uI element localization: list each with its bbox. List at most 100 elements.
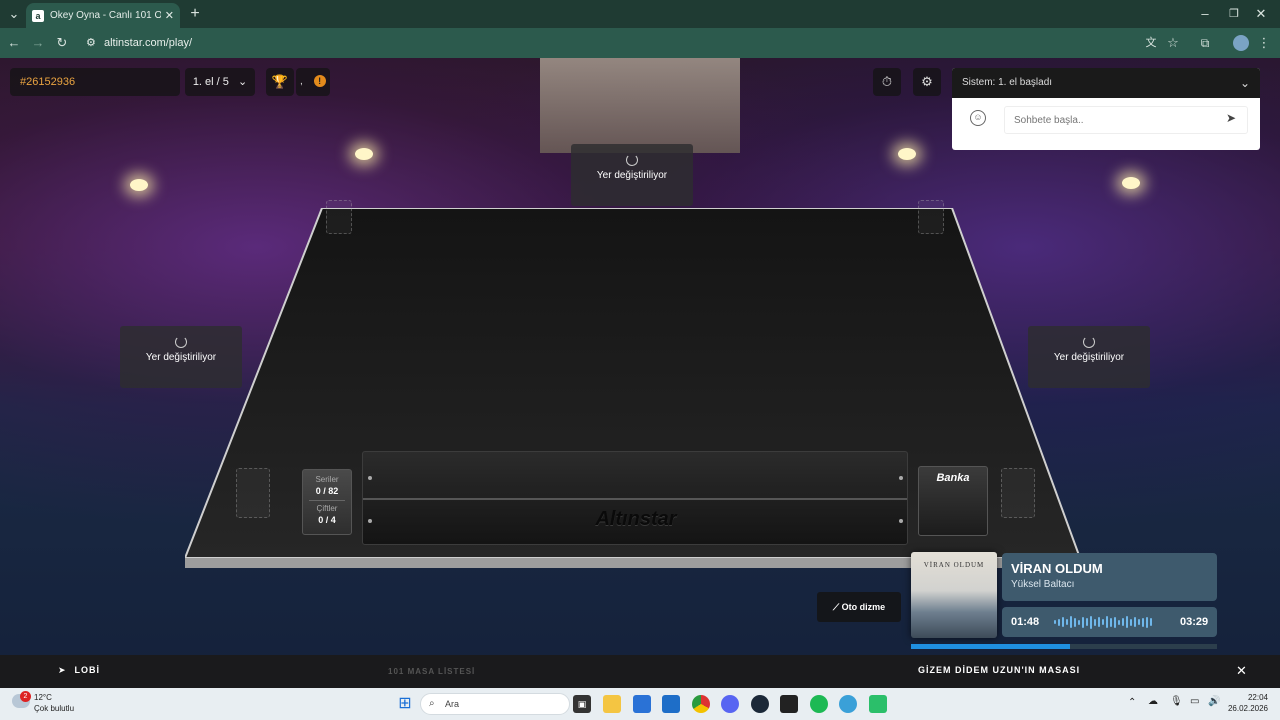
- outlook-icon[interactable]: [662, 695, 680, 713]
- discard-slot[interactable]: [918, 200, 944, 234]
- alerts-button[interactable]: , !: [296, 68, 330, 96]
- table-list-button[interactable]: 101 MASA LİSTESİ: [388, 667, 475, 676]
- equalizer-bar: [1102, 619, 1104, 625]
- trophy-icon[interactable]: 🏆: [266, 68, 294, 96]
- show-hidden-icons-icon[interactable]: ⌃: [1128, 697, 1136, 708]
- store-icon[interactable]: [633, 695, 651, 713]
- song-title: VİRAN OLDUM: [1011, 561, 1103, 576]
- browser-tab-bar: ⌄ a Okey Oyna - Canlı 101 Okey ve ✕ + – …: [0, 0, 1280, 28]
- taskbar-search[interactable]: ⌕ Ara: [420, 693, 570, 715]
- equalizer-bar: [1086, 618, 1088, 626]
- task-view-icon[interactable]: ▣: [573, 695, 591, 713]
- seat-right[interactable]: Yer değiştiriliyor: [1028, 326, 1150, 388]
- table-name: GİZEM DİDEM UZUN'IN MASASI: [918, 665, 1081, 675]
- chat-header[interactable]: Sistem: 1. el başladı ⌄: [952, 68, 1260, 98]
- weather-badge: 2: [20, 691, 31, 702]
- chevron-down-icon[interactable]: ⌄: [1240, 68, 1250, 98]
- spotify-icon[interactable]: [810, 695, 828, 713]
- rack-brand-logo: Altınstar: [595, 508, 677, 530]
- lobby-button[interactable]: ➤ LOBİ: [58, 665, 100, 676]
- microphone-icon[interactable]: 🎙: [1170, 696, 1183, 707]
- network-icon[interactable]: ☁: [1148, 696, 1158, 707]
- auto-arrange-label: Oto dizme: [841, 602, 886, 612]
- back-icon[interactable]: ←: [4, 29, 24, 57]
- ceiling-light: [355, 148, 373, 160]
- timer-icon[interactable]: ⏱: [873, 68, 901, 96]
- taskbar-search-label: Ara: [445, 699, 460, 709]
- minimize-icon[interactable]: –: [1196, 0, 1214, 28]
- close-icon[interactable]: ✕: [1236, 663, 1248, 679]
- total-time: 03:29: [1180, 616, 1209, 628]
- navigate-icon: ➤: [58, 665, 67, 675]
- browser-menu-icon[interactable]: ⋮: [1256, 29, 1272, 57]
- tab-list-dropdown-icon[interactable]: ⌄: [4, 0, 24, 28]
- auto-arrange-button[interactable]: ⟋ Oto dizme: [817, 592, 901, 622]
- loading-spinner-icon: [626, 154, 638, 166]
- pairs-value: 0 / 4: [318, 515, 336, 525]
- profile-avatar[interactable]: [1233, 35, 1249, 51]
- send-icon[interactable]: ➤: [1226, 111, 1236, 125]
- chat-input[interactable]: [1004, 106, 1248, 134]
- steam-icon[interactable]: [751, 695, 769, 713]
- album-cover: VİRAN OLDUM: [911, 552, 997, 638]
- bookmark-star-icon[interactable]: ☆: [1164, 29, 1182, 57]
- url-text: altinstar.com/play/: [104, 37, 193, 49]
- equalizer-bar: [1074, 617, 1076, 627]
- equalizer-bar: [1114, 616, 1116, 628]
- translate-icon[interactable]: 文: [1142, 29, 1160, 57]
- new-tab-icon[interactable]: +: [186, 0, 204, 28]
- discard-slot[interactable]: [326, 200, 352, 234]
- site-info-icon[interactable]: ⚙: [86, 31, 96, 55]
- bank-button[interactable]: Banka: [918, 466, 988, 536]
- app-icon[interactable]: [869, 695, 887, 713]
- clock-time[interactable]: 22:04: [1228, 693, 1268, 702]
- site-favicon-icon: a: [32, 9, 44, 22]
- restore-icon[interactable]: ❐: [1225, 0, 1243, 28]
- extensions-icon[interactable]: ⧉: [1196, 29, 1214, 57]
- equalizer-bar: [1094, 618, 1096, 626]
- song-info: VİRAN OLDUM Yüksel Baltacı: [1002, 553, 1217, 601]
- song-artist: Yüksel Baltacı: [1011, 579, 1075, 590]
- discord-icon[interactable]: [721, 695, 739, 713]
- settings-icon[interactable]: ⚙: [913, 68, 941, 96]
- emoji-icon[interactable]: ☺: [970, 110, 986, 126]
- ceiling-light: [130, 179, 148, 191]
- chrome-icon[interactable]: [692, 695, 710, 713]
- discard-slot[interactable]: [236, 468, 270, 518]
- loading-spinner-icon: [1083, 336, 1095, 348]
- equalizer-bar: [1134, 617, 1136, 627]
- forward-icon[interactable]: →: [28, 29, 48, 57]
- app-icon[interactable]: [839, 695, 857, 713]
- weather-temp: 12°C: [34, 693, 52, 702]
- equalizer-bar: [1106, 616, 1108, 628]
- volume-icon[interactable]: 🔊: [1208, 696, 1220, 707]
- clock-date[interactable]: 26.02.2026: [1222, 704, 1268, 713]
- close-tab-icon[interactable]: ✕: [165, 9, 174, 22]
- seat-left[interactable]: Yer değiştiriliyor: [120, 326, 242, 388]
- rack-rivet: [899, 476, 903, 480]
- discard-slot[interactable]: [1001, 468, 1035, 518]
- song-progress-bar[interactable]: [911, 644, 1217, 649]
- epic-games-icon[interactable]: [780, 695, 798, 713]
- tile-rack[interactable]: Altınstar: [362, 451, 908, 545]
- song-progress-fill: [911, 644, 1071, 649]
- seat-top[interactable]: Yer değiştiriliyor: [571, 144, 693, 206]
- chevron-down-icon: ⌄: [237, 76, 248, 88]
- display-icon[interactable]: ▭: [1190, 696, 1199, 707]
- round-selector[interactable]: 1. el / 5 ⌄: [185, 68, 255, 96]
- url-field[interactable]: ⚙ altinstar.com/play/: [82, 31, 1132, 55]
- seat-status: Yer değiştiriliyor: [145, 352, 217, 363]
- equalizer-bar: [1118, 619, 1120, 625]
- rack-rivet: [368, 476, 372, 480]
- game-bottom-bar: ➤ LOBİ 101 MASA LİSTESİ GİZEM DİDEM UZUN'…: [0, 655, 1280, 688]
- browser-tab[interactable]: a Okey Oyna - Canlı 101 Okey ve ✕: [26, 3, 180, 28]
- windows-start-icon[interactable]: ⊞: [396, 695, 414, 713]
- equalizer-bar: [1058, 618, 1060, 626]
- album-cover-title: VİRAN OLDUM: [923, 561, 985, 569]
- pairs-label: Çiftler: [316, 504, 338, 513]
- reload-icon[interactable]: ↻: [52, 29, 72, 57]
- meld-stats-panel: Seriler 0 / 82 Çiftler 0 / 4: [302, 469, 352, 535]
- file-explorer-icon[interactable]: [603, 695, 621, 713]
- close-window-icon[interactable]: ✕: [1252, 0, 1270, 28]
- lobby-label: LOBİ: [74, 665, 101, 675]
